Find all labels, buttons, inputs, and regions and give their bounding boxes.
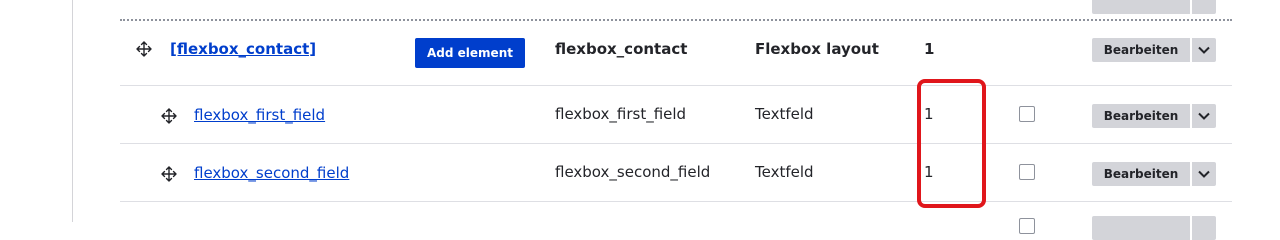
operations-dropdown-toggle[interactable]	[1192, 38, 1216, 62]
add-element-button[interactable]: Add element	[415, 38, 525, 68]
operations-dropdown-toggle[interactable]	[1192, 104, 1216, 128]
next-row-edit-button[interactable]	[1092, 216, 1190, 240]
operations-split-button[interactable]: Bearbeiten	[1092, 162, 1216, 186]
previous-row-edit-button[interactable]	[1092, 0, 1190, 14]
next-row-required-checkbox[interactable]	[1019, 218, 1035, 234]
chevron-down-icon	[1198, 170, 1210, 178]
content-left-rule	[72, 0, 73, 222]
next-row-operations[interactable]	[1092, 216, 1216, 240]
previous-row-dropdown-toggle[interactable]	[1192, 0, 1216, 14]
operations-split-button[interactable]: Bearbeiten	[1092, 104, 1216, 128]
webform-elements-page: [flexbox_contact] Add element flexbox_co…	[0, 0, 1280, 240]
previous-row-operations[interactable]	[1092, 0, 1216, 14]
element-key: flexbox_first_field	[555, 105, 687, 123]
table-row-flexbox-second-field: flexbox_second_field flexbox_second_fiel…	[120, 144, 1232, 201]
element-type: Textfeld	[755, 163, 814, 181]
next-row-dropdown-toggle[interactable]	[1192, 216, 1216, 240]
edit-button[interactable]: Bearbeiten	[1092, 104, 1190, 128]
edit-button[interactable]: Bearbeiten	[1092, 162, 1190, 186]
element-title-link[interactable]: flexbox_second_field	[194, 164, 349, 182]
chevron-down-icon	[1198, 112, 1210, 120]
drag-handle-icon[interactable]	[161, 166, 177, 182]
drag-handle-icon[interactable]	[136, 41, 152, 57]
required-checkbox[interactable]	[1019, 106, 1035, 122]
element-title-link[interactable]: flexbox_first_field	[194, 106, 325, 124]
chevron-down-icon	[1198, 46, 1210, 54]
element-title-link[interactable]: [flexbox_contact]	[170, 40, 316, 58]
weight-highlight-annotation	[917, 79, 986, 208]
row-divider	[120, 201, 1232, 202]
table-row-flexbox-contact: [flexbox_contact] Add element flexbox_co…	[120, 20, 1232, 85]
element-type: Textfeld	[755, 105, 814, 123]
operations-split-button[interactable]: Bearbeiten	[1092, 38, 1216, 62]
elements-table: [flexbox_contact] Add element flexbox_co…	[120, 0, 1232, 240]
element-type: Flexbox layout	[755, 40, 879, 58]
element-weight: 1	[924, 40, 935, 58]
drag-handle-icon[interactable]	[161, 108, 177, 124]
element-key: flexbox_contact	[555, 40, 688, 58]
element-key: flexbox_second_field	[555, 163, 711, 181]
edit-button[interactable]: Bearbeiten	[1092, 38, 1190, 62]
table-row-flexbox-first-field: flexbox_first_field flexbox_first_field …	[120, 86, 1232, 143]
required-checkbox[interactable]	[1019, 164, 1035, 180]
operations-dropdown-toggle[interactable]	[1192, 162, 1216, 186]
